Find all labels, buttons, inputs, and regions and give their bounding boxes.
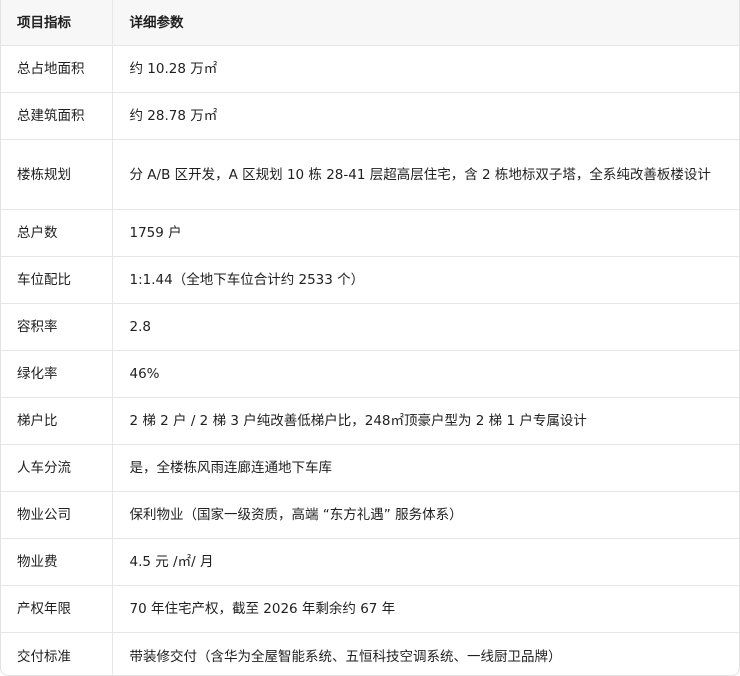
table-row: 总占地面积 约 10.28 万㎡ bbox=[1, 45, 739, 93]
header-metric: 项目指标 bbox=[1, 0, 112, 46]
row-label: 物业费 bbox=[1, 538, 112, 586]
row-label: 总建筑面积 bbox=[1, 92, 112, 140]
row-label: 总占地面积 bbox=[1, 45, 112, 93]
row-label: 容积率 bbox=[1, 303, 112, 351]
table-row: 总户数 1759 户 bbox=[1, 209, 739, 257]
row-value: 是，全楼栋风雨连廊连通地下车库 bbox=[111, 444, 739, 492]
table-row: 楼栋规划 分 A/B 区开发，A 区规划 10 栋 28-41 层超高层住宅，含… bbox=[1, 139, 739, 210]
row-value: 70 年住宅产权，截至 2026 年剩余约 67 年 bbox=[111, 585, 739, 633]
row-value: 约 28.78 万㎡ bbox=[111, 92, 739, 140]
row-value: 4.5 元 /㎡/ 月 bbox=[111, 538, 739, 586]
row-label: 产权年限 bbox=[1, 585, 112, 633]
table-row: 梯户比 2 梯 2 户 / 2 梯 3 户纯改善低梯户比，248㎡顶豪户型为 2… bbox=[1, 397, 739, 445]
row-label: 总户数 bbox=[1, 209, 112, 257]
row-value: 带装修交付（含华为全屋智能系统、五恒科技空调系统、一线厨卫品牌） bbox=[111, 632, 739, 675]
row-value: 分 A/B 区开发，A 区规划 10 栋 28-41 层超高层住宅，含 2 栋地… bbox=[111, 139, 739, 210]
row-label: 梯户比 bbox=[1, 397, 112, 445]
row-label: 交付标准 bbox=[17, 648, 71, 665]
row-value: 约 10.28 万㎡ bbox=[111, 45, 739, 93]
table-row: 人车分流 是，全楼栋风雨连廊连通地下车库 bbox=[1, 444, 739, 492]
row-label: 人车分流 bbox=[1, 444, 112, 492]
project-spec-table: 项目指标 详细参数 总占地面积 约 10.28 万㎡ 总建筑面积 约 28.78… bbox=[0, 0, 740, 676]
row-label: 物业公司 bbox=[1, 491, 112, 539]
row-value: 2.8 bbox=[111, 303, 739, 351]
row-value: 1759 户 bbox=[111, 209, 739, 257]
row-value: 46% bbox=[111, 350, 739, 398]
table-row: 物业公司 保利物业（国家一级资质，高端 “东方礼遇” 服务体系） bbox=[1, 491, 739, 539]
table-row: 总建筑面积 约 28.78 万㎡ bbox=[1, 92, 739, 140]
table-row: 容积率 2.8 bbox=[1, 303, 739, 351]
row-value: 2 梯 2 户 / 2 梯 3 户纯改善低梯户比，248㎡顶豪户型为 2 梯 1… bbox=[111, 397, 739, 445]
table-header-row: 项目指标 详细参数 bbox=[1, 0, 739, 46]
row-label: 车位配比 bbox=[1, 256, 112, 304]
row-label: 绿化率 bbox=[1, 350, 112, 398]
table-row: 产权年限 70 年住宅产权，截至 2026 年剩余约 67 年 bbox=[1, 585, 739, 633]
table-row: 交付标准 带装修交付（含华为全屋智能系统、五恒科技空调系统、一线厨卫品牌） bbox=[1, 632, 739, 675]
table-row: 物业费 4.5 元 /㎡/ 月 bbox=[1, 538, 739, 586]
table-row: 绿化率 46% bbox=[1, 350, 739, 398]
spec-table: 项目指标 详细参数 总占地面积 约 10.28 万㎡ 总建筑面积 约 28.78… bbox=[1, 0, 739, 675]
row-value: 保利物业（国家一级资质，高端 “东方礼遇” 服务体系） bbox=[111, 491, 739, 539]
row-label: 楼栋规划 bbox=[1, 139, 112, 210]
row-value: 1:1.44（全地下车位合计约 2533 个） bbox=[111, 256, 739, 304]
header-details: 详细参数 bbox=[111, 0, 739, 46]
table-row: 车位配比 1:1.44（全地下车位合计约 2533 个） bbox=[1, 256, 739, 304]
